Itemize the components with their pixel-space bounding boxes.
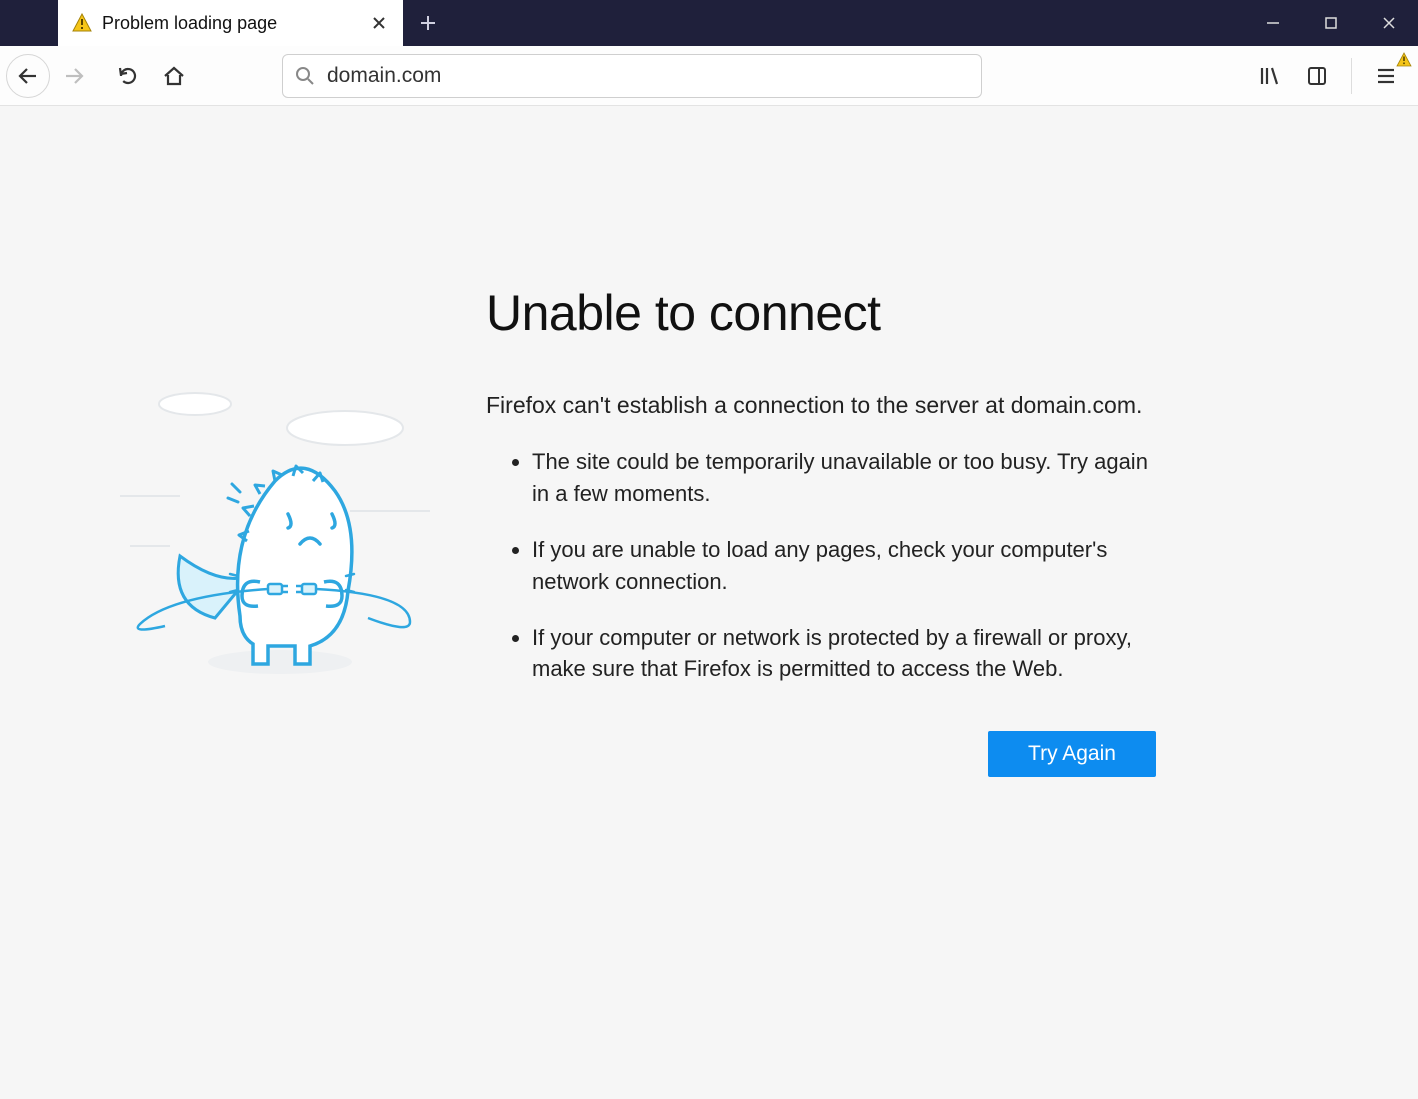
- titlebar-drag-region[interactable]: [453, 0, 1244, 46]
- navigation-toolbar: [0, 46, 1418, 106]
- error-title: Unable to connect: [486, 284, 881, 342]
- library-button[interactable]: [1247, 54, 1291, 98]
- window-maximize-button[interactable]: [1302, 0, 1360, 46]
- error-suggestion-item: The site could be temporarily unavailabl…: [532, 446, 1170, 510]
- app-menu-button[interactable]: [1364, 54, 1408, 98]
- try-again-button[interactable]: Try Again: [988, 731, 1156, 777]
- forward-button[interactable]: [52, 54, 96, 98]
- search-icon: [295, 66, 315, 86]
- reload-button[interactable]: [106, 54, 150, 98]
- toolbar-separator: [1351, 58, 1352, 94]
- tab-title: Problem loading page: [102, 13, 355, 34]
- home-button[interactable]: [152, 54, 196, 98]
- error-page: Unable to connect Firefox can't establis…: [0, 106, 1418, 1099]
- back-button[interactable]: [6, 54, 50, 98]
- new-tab-button[interactable]: [403, 0, 453, 46]
- minimize-icon: [1266, 16, 1280, 30]
- tab-close-button[interactable]: [365, 9, 393, 37]
- warning-icon: [72, 13, 92, 33]
- error-subtitle: Firefox can't establish a connection to …: [486, 392, 1142, 419]
- close-icon: [1382, 16, 1396, 30]
- home-icon: [163, 65, 185, 87]
- reload-icon: [117, 65, 139, 87]
- connection-error-illustration: [110, 386, 450, 686]
- sidebar-button[interactable]: [1295, 54, 1339, 98]
- window-minimize-button[interactable]: [1244, 0, 1302, 46]
- browser-tab[interactable]: Problem loading page: [58, 0, 403, 46]
- arrow-right-icon: [63, 65, 85, 87]
- url-bar[interactable]: [282, 54, 982, 98]
- maximize-icon: [1324, 16, 1338, 30]
- hamburger-icon: [1375, 65, 1397, 87]
- titlebar: Problem loading page: [0, 0, 1418, 46]
- sidebar-icon: [1306, 65, 1328, 87]
- tab-strip-leading-space: [0, 0, 58, 46]
- error-suggestion-item: If you are unable to load any pages, che…: [532, 534, 1170, 598]
- plus-icon: [419, 14, 437, 32]
- error-suggestion-list: The site could be temporarily unavailabl…: [510, 446, 1170, 709]
- window-controls: [1244, 0, 1418, 46]
- window-close-button[interactable]: [1360, 0, 1418, 46]
- library-icon: [1258, 65, 1280, 87]
- arrow-left-icon: [17, 65, 39, 87]
- url-input[interactable]: [327, 64, 969, 88]
- warning-badge-icon: [1396, 52, 1412, 68]
- error-suggestion-item: If your computer or network is protected…: [532, 622, 1170, 686]
- close-icon: [372, 16, 386, 30]
